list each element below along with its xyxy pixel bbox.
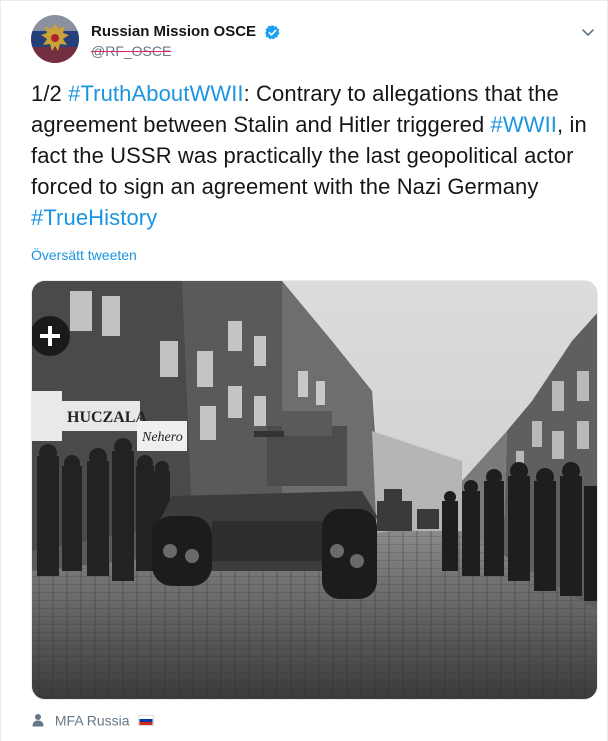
hashtag-link[interactable]: #WWII bbox=[491, 112, 558, 137]
tank-street-photo: HUCZALA Nehero bbox=[32, 281, 597, 699]
tweet-text-segment: 1/2 bbox=[31, 81, 69, 106]
shop-sign-huczala: HUCZALA bbox=[67, 409, 147, 426]
chevron-down-icon[interactable] bbox=[579, 23, 597, 41]
shop-sign-nehero: Nehero bbox=[141, 430, 183, 445]
verified-badge-icon bbox=[264, 24, 280, 39]
tweet-photo[interactable]: HUCZALA Nehero bbox=[31, 280, 598, 700]
russian-coat-of-arms-icon bbox=[31, 15, 79, 63]
tagged-account-label: MFA Russia bbox=[54, 712, 130, 729]
russia-flag-icon bbox=[138, 714, 155, 726]
tweet-text: 1/2 #TruthAboutWWII: Contrary to allegat… bbox=[31, 78, 596, 233]
author-handle[interactable]: @RF_OSCE bbox=[91, 43, 171, 59]
author-display-name[interactable]: Russian Mission OSCE bbox=[91, 23, 256, 41]
person-icon bbox=[32, 714, 44, 727]
hashtag-link[interactable]: #TrueHistory bbox=[31, 205, 157, 230]
tagged-account[interactable]: MFA Russia bbox=[31, 709, 155, 729]
translate-tweet-link[interactable]: Översätt tweeten bbox=[31, 247, 137, 263]
avatar[interactable] bbox=[31, 15, 79, 63]
tweet-card: Russian Mission OSCE @RF_OSCE 1/2 #Truth… bbox=[0, 0, 608, 741]
hashtag-link[interactable]: #TruthAboutWWII bbox=[68, 81, 244, 106]
author-line: Russian Mission OSCE bbox=[91, 23, 281, 41]
